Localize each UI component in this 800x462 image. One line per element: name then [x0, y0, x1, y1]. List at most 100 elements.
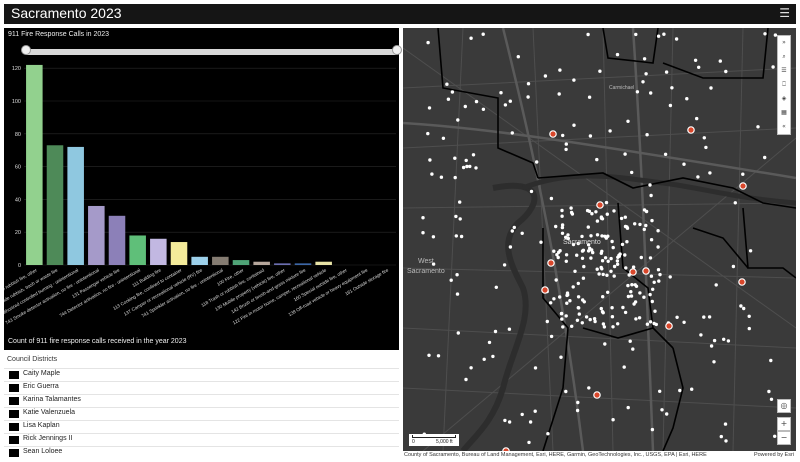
incident-marker[interactable]	[656, 268, 661, 272]
incident-marker[interactable]	[507, 420, 512, 424]
incident-marker[interactable]	[605, 212, 609, 216]
incident-marker[interactable]	[773, 434, 777, 438]
incident-marker[interactable]	[733, 201, 737, 205]
incident-marker[interactable]	[709, 344, 714, 348]
incident-marker[interactable]	[702, 315, 706, 319]
incident-marker[interactable]	[459, 234, 464, 239]
bar[interactable]	[88, 205, 105, 265]
incident-marker[interactable]	[603, 342, 607, 346]
incident-marker[interactable]	[599, 216, 604, 220]
incident-marker[interactable]	[644, 223, 648, 228]
incident-marker[interactable]	[626, 119, 630, 124]
incident-marker[interactable]	[648, 292, 652, 297]
incident-marker[interactable]	[648, 320, 653, 324]
incident-marker[interactable]	[718, 59, 722, 63]
incident-marker[interactable]	[623, 310, 628, 315]
incident-marker[interactable]	[656, 229, 660, 233]
incident-marker[interactable]	[575, 408, 580, 413]
incident-marker[interactable]	[529, 189, 534, 194]
incident-marker[interactable]	[552, 249, 556, 253]
incident-marker[interactable]	[678, 388, 682, 393]
incident-marker[interactable]	[520, 231, 524, 235]
incident-marker[interactable]	[638, 222, 642, 227]
incident-marker[interactable]	[625, 226, 630, 230]
incident-marker[interactable]	[595, 157, 599, 162]
map-view[interactable]: Carmichael West Sacramento Sacramento » …	[403, 28, 796, 451]
incident-marker[interactable]	[594, 210, 598, 214]
incident-marker[interactable]	[568, 299, 572, 303]
incident-marker[interactable]	[597, 272, 601, 276]
incident-marker[interactable]	[558, 295, 562, 299]
incident-marker[interactable]	[571, 285, 575, 289]
incident-marker[interactable]	[652, 321, 656, 326]
incident-marker[interactable]	[564, 314, 568, 318]
incident-marker[interactable]	[581, 248, 586, 252]
incident-marker[interactable]	[572, 78, 576, 82]
powered-by-esri[interactable]: Powered by Esri	[754, 452, 794, 458]
bar[interactable]	[191, 256, 208, 265]
incident-marker[interactable]	[474, 166, 478, 170]
basemap-gallery-icon[interactable]: ▦	[778, 107, 790, 119]
incident-marker[interactable]	[499, 91, 503, 95]
incident-marker[interactable]	[609, 269, 613, 273]
incident-marker[interactable]	[756, 125, 760, 129]
incident-marker[interactable]	[709, 86, 713, 90]
incident-marker[interactable]	[580, 321, 584, 325]
incident-marker[interactable]	[576, 295, 581, 299]
incident-marker[interactable]	[664, 70, 669, 74]
incident-marker[interactable]	[708, 171, 712, 175]
incident-marker[interactable]	[564, 389, 568, 394]
incident-marker[interactable]	[741, 172, 745, 176]
incident-marker[interactable]	[634, 32, 638, 37]
incident-marker[interactable]	[503, 103, 508, 107]
incident-marker[interactable]	[731, 264, 736, 269]
incident-marker[interactable]	[570, 324, 574, 328]
incident-marker[interactable]	[539, 240, 543, 244]
highlighted-incident-marker[interactable]	[593, 391, 601, 399]
incident-marker[interactable]	[431, 235, 436, 239]
incident-marker[interactable]	[560, 317, 564, 321]
incident-marker[interactable]	[436, 354, 441, 358]
incident-marker[interactable]	[611, 245, 615, 250]
bar[interactable]	[170, 242, 188, 265]
incident-marker[interactable]	[481, 32, 485, 36]
incident-marker[interactable]	[559, 355, 563, 359]
incident-marker[interactable]	[549, 196, 554, 201]
incident-marker[interactable]	[626, 283, 630, 288]
bookmark-icon[interactable]: ⎕	[778, 79, 790, 91]
incident-marker[interactable]	[769, 397, 774, 401]
incident-marker[interactable]	[615, 52, 620, 57]
incident-marker[interactable]	[675, 315, 679, 319]
zoom-in-button[interactable]: +	[777, 417, 791, 431]
incident-marker[interactable]	[421, 231, 425, 235]
incident-marker[interactable]	[724, 439, 728, 443]
incident-marker[interactable]	[748, 249, 753, 253]
incident-marker[interactable]	[629, 294, 634, 298]
incident-marker[interactable]	[649, 193, 653, 198]
incident-marker[interactable]	[670, 86, 674, 90]
incident-marker[interactable]	[650, 299, 654, 304]
incident-marker[interactable]	[642, 208, 647, 212]
zoom-out-button[interactable]: −	[777, 431, 791, 445]
incident-marker[interactable]	[584, 315, 589, 319]
incident-marker[interactable]	[421, 216, 425, 220]
incident-marker[interactable]	[561, 133, 565, 138]
incident-marker[interactable]	[620, 242, 625, 247]
incident-marker[interactable]	[712, 360, 716, 364]
incident-marker[interactable]	[508, 245, 513, 249]
bar[interactable]	[46, 145, 64, 265]
incident-marker[interactable]	[555, 253, 559, 257]
incident-marker[interactable]	[712, 338, 717, 343]
incident-marker[interactable]	[491, 354, 495, 359]
highlighted-incident-marker[interactable]	[739, 182, 747, 190]
locate-icon[interactable]: ◎	[777, 399, 791, 413]
incident-marker[interactable]	[767, 389, 771, 394]
incident-marker[interactable]	[463, 104, 467, 109]
incident-marker[interactable]	[564, 147, 568, 152]
incident-marker[interactable]	[649, 91, 653, 95]
incident-marker[interactable]	[590, 212, 594, 216]
highlighted-incident-marker[interactable]	[738, 278, 746, 286]
incident-marker[interactable]	[656, 34, 661, 38]
incident-marker[interactable]	[605, 273, 609, 277]
incident-marker[interactable]	[747, 314, 751, 318]
